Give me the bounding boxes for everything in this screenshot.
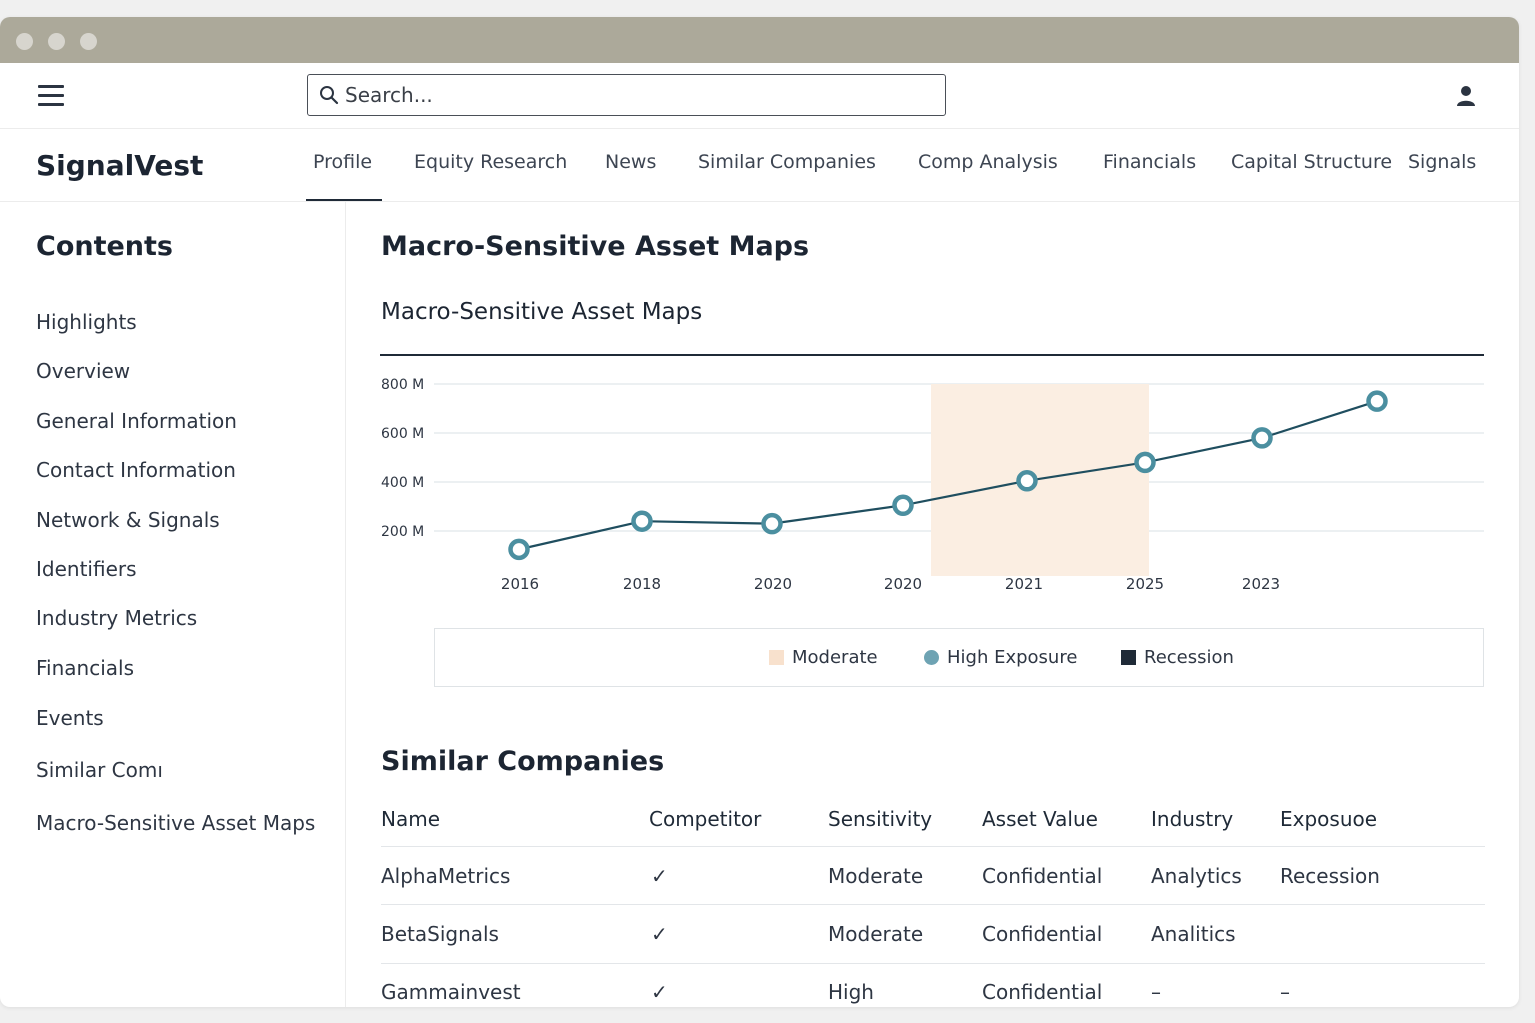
- table-cell-exposure: –: [1280, 980, 1290, 1004]
- sidebar-item-network-signals[interactable]: Network & Signals: [36, 508, 220, 532]
- x-tick-label: 2016: [501, 575, 539, 593]
- sidebar: Contents Highlights Overview General Inf…: [0, 202, 346, 1007]
- row-divider: [381, 963, 1485, 964]
- main-content: Macro-Sensitive Asset Maps Macro-Sensiti…: [346, 202, 1519, 1007]
- column-header-exposure[interactable]: Exposuoe: [1280, 807, 1377, 831]
- x-tick-label: 2018: [623, 575, 661, 593]
- row-divider: [381, 904, 1485, 905]
- sidebar-item-financials[interactable]: Financials: [36, 656, 134, 680]
- table-cell-asset-value: Confidential: [982, 922, 1103, 946]
- table-cell-industry: Analitics: [1151, 922, 1236, 946]
- window-minimize-button[interactable]: [48, 33, 65, 50]
- tab-profile[interactable]: Profile: [305, 151, 383, 201]
- chart-title: Macro-Sensitive Asset Maps: [381, 299, 703, 325]
- table-cell-asset-value: Confidential: [982, 864, 1103, 888]
- search-input[interactable]: [345, 79, 935, 111]
- data-point: [892, 494, 914, 517]
- y-tick-label: 200 M: [381, 524, 424, 540]
- sidebar-item-overview[interactable]: Overview: [36, 359, 130, 383]
- search-icon: [320, 86, 339, 105]
- table-cell-name[interactable]: BetaSignals: [381, 922, 499, 946]
- x-tick-label: 2023: [1242, 575, 1280, 593]
- x-tick-label: 2021: [1005, 575, 1043, 593]
- data-point: [1366, 390, 1388, 412]
- check-icon: ✓: [651, 864, 668, 888]
- y-tick-label: 400 M: [381, 475, 424, 491]
- similar-companies-title: Similar Companies: [381, 746, 665, 777]
- window-maximize-button[interactable]: [80, 33, 97, 50]
- shaded-region: [931, 384, 1149, 576]
- browser-window: SignalVest Profile Equity Research News …: [0, 17, 1519, 1007]
- window-close-button[interactable]: [16, 33, 33, 50]
- legend-item-recession: Recession: [1121, 647, 1234, 668]
- sidebar-item-similar-companies[interactable]: Similar Comı: [36, 758, 163, 782]
- sidebar-title: Contents: [36, 231, 174, 262]
- data-point: [508, 538, 530, 561]
- table-cell-asset-value: Confidential: [982, 980, 1103, 1004]
- tab-financials[interactable]: Financials: [1103, 151, 1196, 173]
- column-header-industry[interactable]: Industry: [1151, 807, 1233, 831]
- table-cell-name[interactable]: Gammainvest: [381, 980, 521, 1004]
- check-icon: ✓: [651, 922, 668, 946]
- x-tick-label: 2020: [884, 575, 922, 593]
- row-divider: [381, 846, 1485, 847]
- sidebar-item-industry-metrics[interactable]: Industry Metrics: [36, 606, 197, 630]
- line-chart: 800 M 600 M 400 M 200 M 2016 2018 2020 2020 202…: [380, 354, 1484, 593]
- data-point: [1016, 470, 1038, 492]
- column-header-sensitivity[interactable]: Sensitivity: [828, 807, 932, 831]
- y-tick-label: 800 M: [381, 377, 424, 393]
- sidebar-item-general-information[interactable]: General Information: [36, 409, 237, 433]
- data-point: [761, 512, 783, 535]
- tab-similar-companies[interactable]: Similar Companies: [698, 151, 876, 173]
- legend-swatch-high-exposure: [924, 650, 939, 665]
- legend-label: Recession: [1144, 647, 1234, 668]
- legend-item-high-exposure: High Exposure: [924, 647, 1077, 668]
- tab-signals[interactable]: Signals: [1408, 151, 1476, 173]
- legend-swatch-recession: [1121, 650, 1136, 665]
- column-header-competitor[interactable]: Competitor: [649, 807, 761, 831]
- table-cell-name[interactable]: AlphaMetrics: [381, 864, 510, 888]
- x-tick-label: 2025: [1126, 575, 1164, 593]
- table-cell-exposure: Recession: [1280, 864, 1380, 888]
- page-title: Macro-Sensitive Asset Maps: [381, 231, 810, 262]
- sidebar-item-contact-information[interactable]: Contact Information: [36, 458, 236, 482]
- y-tick-label: 600 M: [381, 426, 424, 442]
- tab-comp-analysis[interactable]: Comp Analysis: [918, 151, 1058, 173]
- chart-legend: Moderate High Exposure Recession: [434, 628, 1484, 687]
- legend-label: High Exposure: [947, 647, 1078, 668]
- x-tick-label: 2020: [754, 575, 792, 593]
- data-point: [1134, 451, 1156, 474]
- table-cell-sensitivity: Moderate: [828, 922, 924, 946]
- column-header-asset-value[interactable]: Asset Value: [982, 807, 1098, 831]
- column-header-name[interactable]: Name: [381, 807, 440, 831]
- tab-equity-research[interactable]: Equity Research: [414, 151, 567, 173]
- brand-logo: SignalVest: [36, 149, 204, 182]
- table-cell-industry: –: [1151, 980, 1161, 1004]
- sidebar-item-events[interactable]: Events: [36, 706, 104, 730]
- legend-label: Moderate: [792, 647, 878, 668]
- tab-news[interactable]: News: [605, 151, 656, 173]
- window-titlebar: [0, 17, 1519, 63]
- sidebar-item-identifiers[interactable]: Identifiers: [36, 557, 137, 581]
- table-cell-sensitivity: Moderate: [828, 864, 924, 888]
- user-icon[interactable]: [1456, 85, 1476, 107]
- data-point: [1251, 427, 1273, 449]
- nav-bar: SignalVest Profile Equity Research News …: [0, 129, 1519, 202]
- chart-container: 800 M 600 M 400 M 200 M 2016 2018 2020 2020 202…: [376, 352, 1486, 616]
- top-bar: [0, 63, 1519, 129]
- sidebar-item-macro-sensitive-asset-maps[interactable]: Macro-Sensitive Asset Maps: [36, 811, 315, 835]
- search-box[interactable]: [307, 74, 946, 116]
- data-point: [631, 510, 653, 532]
- legend-item-moderate: Moderate: [769, 647, 878, 668]
- table-cell-sensitivity: High: [828, 980, 874, 1004]
- tab-capital-structure[interactable]: Capital Structure: [1231, 151, 1392, 173]
- menu-icon[interactable]: [38, 85, 64, 107]
- legend-swatch-moderate: [769, 650, 784, 665]
- sidebar-item-highlights[interactable]: Highlights: [36, 310, 137, 334]
- check-icon: ✓: [651, 980, 668, 1004]
- table-cell-industry: Analytics: [1151, 864, 1242, 888]
